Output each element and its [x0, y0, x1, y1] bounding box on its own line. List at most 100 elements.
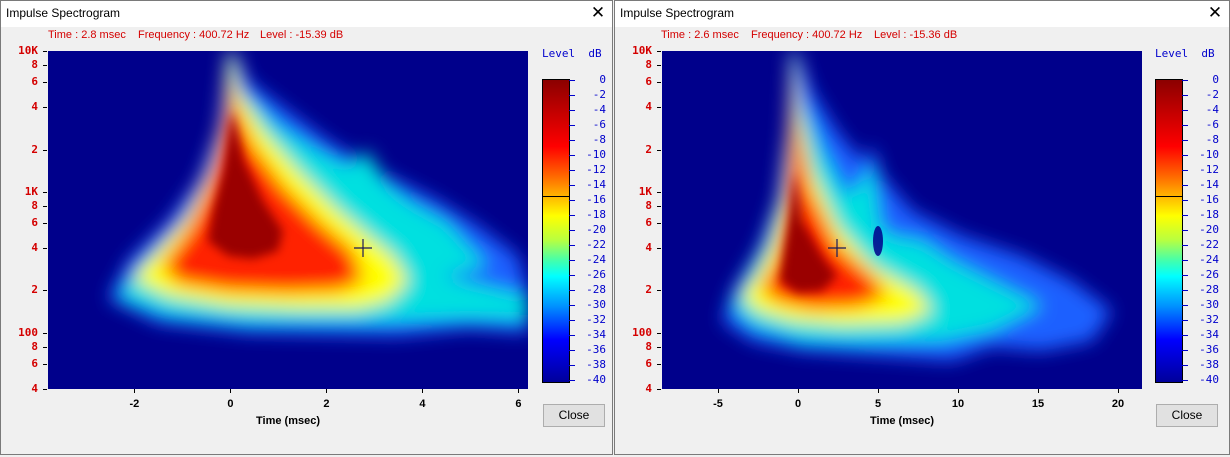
colorbar-tick-mark	[1182, 335, 1188, 336]
y-tick-label: 2	[645, 283, 652, 297]
frequency-readout: Frequency : 400.72 Hz	[138, 29, 250, 41]
y-tick-label: 8	[31, 339, 38, 353]
time-readout: Time : 2.6 msec	[661, 29, 739, 41]
colorbar-tick-label: -6	[592, 118, 606, 131]
y-tick-mark	[657, 107, 661, 109]
colorbar-tick-label: -26	[1199, 268, 1219, 281]
colorbar-tick-label: -8	[1205, 133, 1219, 146]
y-tick-mark	[657, 332, 661, 334]
y-tick-mark	[657, 82, 661, 84]
colorbar-tick-label: -38	[586, 358, 606, 371]
colorbar-tick-mark	[569, 350, 575, 351]
spectrogram-heatmap[interactable]	[48, 51, 528, 389]
colorbar-tick-label: -30	[1199, 298, 1219, 311]
spectrogram-window-2: Impulse Spectrogram ✕ Time : 2.6 msec Fr…	[614, 0, 1230, 455]
x-tick-mark	[718, 389, 719, 393]
colorbar-tick-mark	[1182, 200, 1188, 201]
y-tick-mark	[43, 51, 47, 52]
y-tick-label: 4	[31, 100, 38, 114]
x-tick-mark	[230, 389, 232, 393]
y-tick-label: 8	[31, 57, 38, 71]
colorbar-tick-mark	[569, 215, 575, 216]
y-tick-mark	[43, 364, 47, 366]
level-readout: Level : -15.36 dB	[874, 29, 958, 41]
y-tick-mark	[43, 248, 47, 250]
y-tick-label: 6	[31, 216, 38, 230]
colorbar-tick-label: -12	[586, 163, 606, 176]
y-tick-label: 4	[645, 382, 652, 395]
y-tick-label: 8	[645, 198, 652, 212]
y-tick-label: 8	[31, 198, 38, 212]
colorbar-tick-label: 0	[1212, 73, 1219, 86]
y-tick-mark	[657, 248, 661, 250]
colorbar-tick-mark	[1182, 245, 1188, 246]
y-tick-label: 1K	[638, 184, 652, 198]
x-tick-label: 10	[951, 398, 965, 410]
colorbar-tick-mark	[569, 125, 575, 126]
colorbar-tick-mark	[569, 80, 575, 81]
colorbar-tick-label: -2	[1205, 88, 1219, 101]
spectrogram-plot[interactable]	[662, 51, 1142, 389]
y-tick-mark	[43, 82, 47, 84]
close-button[interactable]: Close	[1156, 404, 1218, 427]
y-tick-label: 6	[645, 357, 652, 371]
y-tick-mark	[43, 223, 47, 225]
colorbar-tick-mark	[569, 275, 575, 276]
spectrogram-heatmap[interactable]	[662, 51, 1142, 389]
colorbar-tick-label: -18	[1199, 208, 1219, 221]
colorbar	[542, 79, 570, 383]
y-tick-label: 6	[31, 357, 38, 371]
x-tick-label: -2	[129, 398, 140, 410]
colorbar-tick-label: -36	[586, 343, 606, 356]
spectrogram-window-1: Impulse Spectrogram ✕ Time : 2.8 msec Fr…	[0, 0, 613, 455]
colorbar-tick-label: -32	[1199, 313, 1219, 326]
close-button[interactable]: Close	[543, 404, 605, 427]
colorbar-tick-label: -12	[1199, 163, 1219, 176]
colorbar-tick-label: -34	[1199, 328, 1219, 341]
colorbar-tick-mark	[1182, 80, 1188, 81]
colorbar-tick-label: -22	[1199, 238, 1219, 251]
y-tick-label: 10K	[632, 44, 652, 57]
colorbar-tick-label: -28	[586, 283, 606, 296]
x-tick-label: 5	[874, 398, 882, 410]
colorbar-tick-mark	[1182, 185, 1188, 186]
colorbar-tick-label: -28	[1199, 283, 1219, 296]
colorbar-tick-mark	[1182, 275, 1188, 276]
x-axis-label: Time (msec)	[256, 415, 320, 427]
close-icon[interactable]: ✕	[1205, 3, 1225, 23]
colorbar-tick-label: -26	[586, 268, 606, 281]
colorbar-tick-label: -22	[586, 238, 606, 251]
colorbar-tick-mark	[1182, 320, 1188, 321]
colorbar-tick-label: -34	[586, 328, 606, 341]
y-tick-mark	[657, 223, 661, 225]
x-tick-label: 20	[1111, 398, 1125, 410]
colorbar-tick-label: -14	[1199, 178, 1219, 191]
colorbar-tick-label: -4	[1205, 103, 1219, 116]
window-title: Impulse Spectrogram	[620, 6, 735, 20]
y-tick-mark	[43, 332, 47, 334]
colorbar-title: Level	[1155, 47, 1189, 60]
x-axis-label: Time (msec)	[870, 415, 934, 427]
colorbar-tick-label: -40	[1199, 373, 1219, 386]
colorbar-header: Level dB	[542, 47, 602, 60]
y-tick-label: 6	[645, 75, 652, 89]
colorbar-tick-mark	[1182, 110, 1188, 111]
colorbar-tick-mark	[569, 155, 575, 156]
y-tick-label: 6	[31, 75, 38, 89]
colorbar-tick-mark	[1182, 260, 1188, 261]
colorbar-tick-mark	[569, 305, 575, 306]
y-tick-label: 8	[645, 57, 652, 71]
colorbar-tick-label: -24	[1199, 253, 1219, 266]
y-tick-mark	[43, 64, 47, 66]
colorbar-tick-mark	[1182, 350, 1188, 351]
colorbar-tick-mark	[1182, 365, 1188, 366]
x-tick-mark	[1038, 389, 1039, 393]
y-tick-label: 6	[645, 216, 652, 230]
colorbar-tick-label: -18	[586, 208, 606, 221]
y-tick-mark	[657, 64, 661, 66]
close-icon[interactable]: ✕	[588, 3, 608, 23]
colorbar-tick-mark	[569, 170, 575, 171]
colorbar-title: Level	[542, 47, 576, 60]
y-tick-label: 8	[645, 339, 652, 353]
spectrogram-plot[interactable]	[48, 51, 528, 389]
